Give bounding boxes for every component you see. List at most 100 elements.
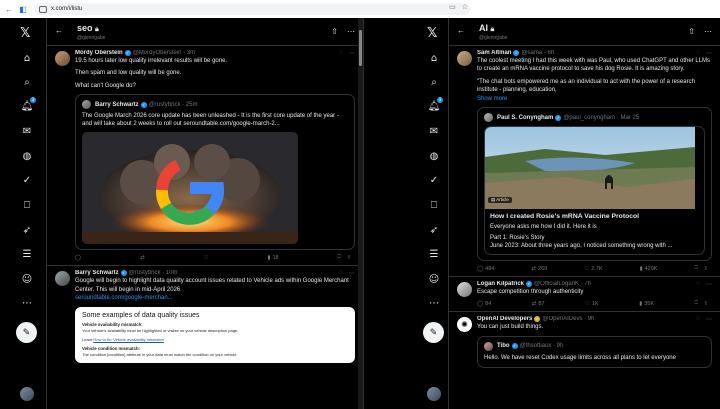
tweet[interactable]: ✺ OpenAI Developers ✓ @OpenAIDevs · 9h ◌… xyxy=(449,312,720,371)
bookmarks-icon[interactable]: ⎕ xyxy=(428,199,440,211)
author-handle[interactable]: @MordyOberstein · 3m xyxy=(133,50,195,56)
reply-icon[interactable]: ◯ xyxy=(75,254,81,261)
account-avatar[interactable] xyxy=(20,387,34,401)
compose-post-button[interactable]: ✎ xyxy=(423,322,444,343)
profile-icon[interactable]: ☺ xyxy=(428,273,440,285)
share-icon[interactable]: ⇧ xyxy=(331,27,338,36)
quoted-tweet[interactable]: Paul S. Conyngham ✓ @paul_conyngham · Ma… xyxy=(477,107,712,262)
back-arrow-icon[interactable]: ← xyxy=(55,26,63,35)
cast-icon[interactable]: ▭ xyxy=(449,3,456,11)
grok-icon[interactable]: ◌ xyxy=(339,270,343,277)
more-icon[interactable]: ⋯ xyxy=(428,297,440,309)
more-options-icon[interactable]: ⋯ xyxy=(704,27,712,36)
grok-icon[interactable]: ◍ xyxy=(428,150,440,162)
back-arrow-icon[interactable]: ← xyxy=(4,4,14,14)
avatar[interactable] xyxy=(457,51,472,66)
author-name[interactable]: Sam Altman xyxy=(477,50,511,56)
avatar[interactable] xyxy=(55,51,70,66)
author-name[interactable]: OpenAI Developers xyxy=(477,316,532,322)
more-options-icon[interactable]: ⋯ xyxy=(706,316,712,323)
messages-icon[interactable]: ✉ xyxy=(428,125,440,137)
lists-icon[interactable]: ☰ xyxy=(21,248,33,260)
notifications-icon[interactable]: 🔔︎ 3 xyxy=(428,97,443,112)
notifications-icon[interactable]: 🔔︎ 3 xyxy=(21,97,36,112)
home-icon[interactable]: ⌂ xyxy=(428,52,440,64)
author-handle[interactable]: @OpenAIDevs · 9h xyxy=(542,316,594,322)
author-handle[interactable]: @sama · 6h xyxy=(521,50,554,56)
bookmarks-icon[interactable]: ⎕ xyxy=(21,199,33,211)
more-options-icon[interactable]: ⋯ xyxy=(706,50,712,57)
address-bar[interactable]: x.com/i/listu xyxy=(34,3,470,15)
reply-icon[interactable]: ◯ 484 xyxy=(477,265,494,272)
google-explosion-image[interactable] xyxy=(82,132,298,245)
grok-icon[interactable]: ◌ xyxy=(696,281,700,288)
author-name[interactable]: Barry Schwartz xyxy=(75,270,119,276)
bookmark-star-icon[interactable]: ☆ xyxy=(462,3,468,11)
tweet-text: Then spam and low quality will be gone. xyxy=(75,70,182,77)
bookmark-icon[interactable]: ⎕ xyxy=(338,254,341,261)
profile-icon[interactable]: ☺ xyxy=(21,273,33,285)
grok-icon[interactable]: ◌ xyxy=(339,50,343,57)
article-card[interactable]: ▤ Article How I created Rosie's mRNA Vac… xyxy=(484,126,705,256)
repost-icon[interactable]: ⇄ 269 xyxy=(531,265,547,272)
quoted-tweet[interactable]: Barry Schwartz ✓ @rustybrick · 25m The G… xyxy=(75,94,355,251)
tweet-image[interactable]: Some examples of data quality issues Veh… xyxy=(75,307,355,364)
like-icon[interactable]: ♡ 2.7K xyxy=(584,265,602,272)
quoted-tweet[interactable]: Tibo ✓ @thsottiaux · 9h Hello. We have r… xyxy=(477,335,712,368)
account-avatar[interactable] xyxy=(427,387,441,401)
views-icon[interactable]: ▮ 18 xyxy=(267,254,278,261)
author-handle[interactable]: @rustybrick · 10m xyxy=(129,270,178,276)
grok-icon[interactable]: ◌ xyxy=(696,50,700,57)
compose-post-button[interactable]: ✎ xyxy=(16,322,37,343)
views-icon[interactable]: ▮ 35K xyxy=(639,300,654,307)
show-more-link[interactable]: Show more xyxy=(477,95,712,103)
share-icon[interactable]: ⇧ xyxy=(703,301,708,307)
scrollbar[interactable] xyxy=(358,18,363,409)
tweet[interactable]: Barry Schwartz ✓ @rustybrick · 10m ◌ ⋯ Go… xyxy=(47,266,363,367)
site-info-icon[interactable] xyxy=(39,5,47,13)
share-icon[interactable]: ⇧ xyxy=(346,255,351,261)
tweet[interactable]: Logan Kilpatrick ✓ @OfficialLoganK · 7h … xyxy=(449,277,720,313)
lists-icon[interactable]: ☰ xyxy=(428,248,440,260)
bookmark-icon[interactable]: ⎕ xyxy=(695,265,698,272)
tweet[interactable]: Sam Altman ✓ @sama · 6h ◌ ⋯ The coolest m… xyxy=(449,46,720,278)
x-logo-icon[interactable]: 𝕏 xyxy=(20,26,30,41)
more-options-icon[interactable]: ⋯ xyxy=(347,27,355,36)
verified-badge-icon: ✓ xyxy=(140,101,147,108)
like-icon[interactable]: ♡ 1K xyxy=(585,300,599,307)
bookmark-icon[interactable]: ⎕ xyxy=(695,300,698,307)
search-icon[interactable]: ⌕ xyxy=(428,76,440,88)
grok-icon[interactable]: ◍ xyxy=(21,150,33,162)
author-name[interactable]: Logan Kilpatrick xyxy=(477,281,524,287)
author-name[interactable]: Mordy Oberstein xyxy=(75,50,123,56)
jobs-icon[interactable]: ➶ xyxy=(428,224,440,236)
more-options-icon[interactable]: ⋯ xyxy=(349,50,355,57)
more-options-icon[interactable]: ⋯ xyxy=(706,281,712,288)
communities-icon[interactable]: ✓ xyxy=(428,174,440,186)
communities-icon[interactable]: ✓ xyxy=(21,174,33,186)
grok-icon[interactable]: ◌ xyxy=(696,316,700,323)
tweet-link[interactable]: seroundtable.com/google-merchan... xyxy=(75,294,355,302)
author-handle[interactable]: @OfficialLoganK · 7h xyxy=(534,281,591,287)
reply-icon[interactable]: ◯ 84 xyxy=(477,300,491,307)
home-icon[interactable]: ⌂ xyxy=(21,52,33,64)
views-icon[interactable]: ▮ 429K xyxy=(640,265,658,272)
jobs-icon[interactable]: ➶ xyxy=(21,224,33,236)
repost-icon[interactable]: ⇄ xyxy=(140,254,145,261)
share-icon[interactable]: ⇧ xyxy=(688,27,695,36)
more-options-icon[interactable]: ⋯ xyxy=(349,270,355,277)
messages-icon[interactable]: ✉ xyxy=(21,125,33,137)
openai-logo-icon[interactable]: ✺ xyxy=(457,317,472,333)
sidebar-toggle-icon[interactable]: ◧ xyxy=(18,4,28,14)
more-icon[interactable]: ⋯ xyxy=(21,297,33,309)
share-icon[interactable]: ⇧ xyxy=(703,266,708,272)
back-arrow-icon[interactable]: ← xyxy=(457,26,465,35)
avatar[interactable] xyxy=(457,282,472,298)
repost-icon[interactable]: ⇄ 87 xyxy=(532,300,545,307)
x-logo-icon[interactable]: 𝕏 xyxy=(427,26,437,41)
like-icon[interactable]: ♡ xyxy=(204,254,209,261)
search-icon[interactable]: ⌕ xyxy=(21,76,33,88)
avatar[interactable] xyxy=(55,271,70,287)
tweet[interactable]: Mordy Oberstein ✓ @MordyOberstein · 3m ◌… xyxy=(47,46,363,267)
scrollbar-thumb[interactable] xyxy=(359,30,362,66)
